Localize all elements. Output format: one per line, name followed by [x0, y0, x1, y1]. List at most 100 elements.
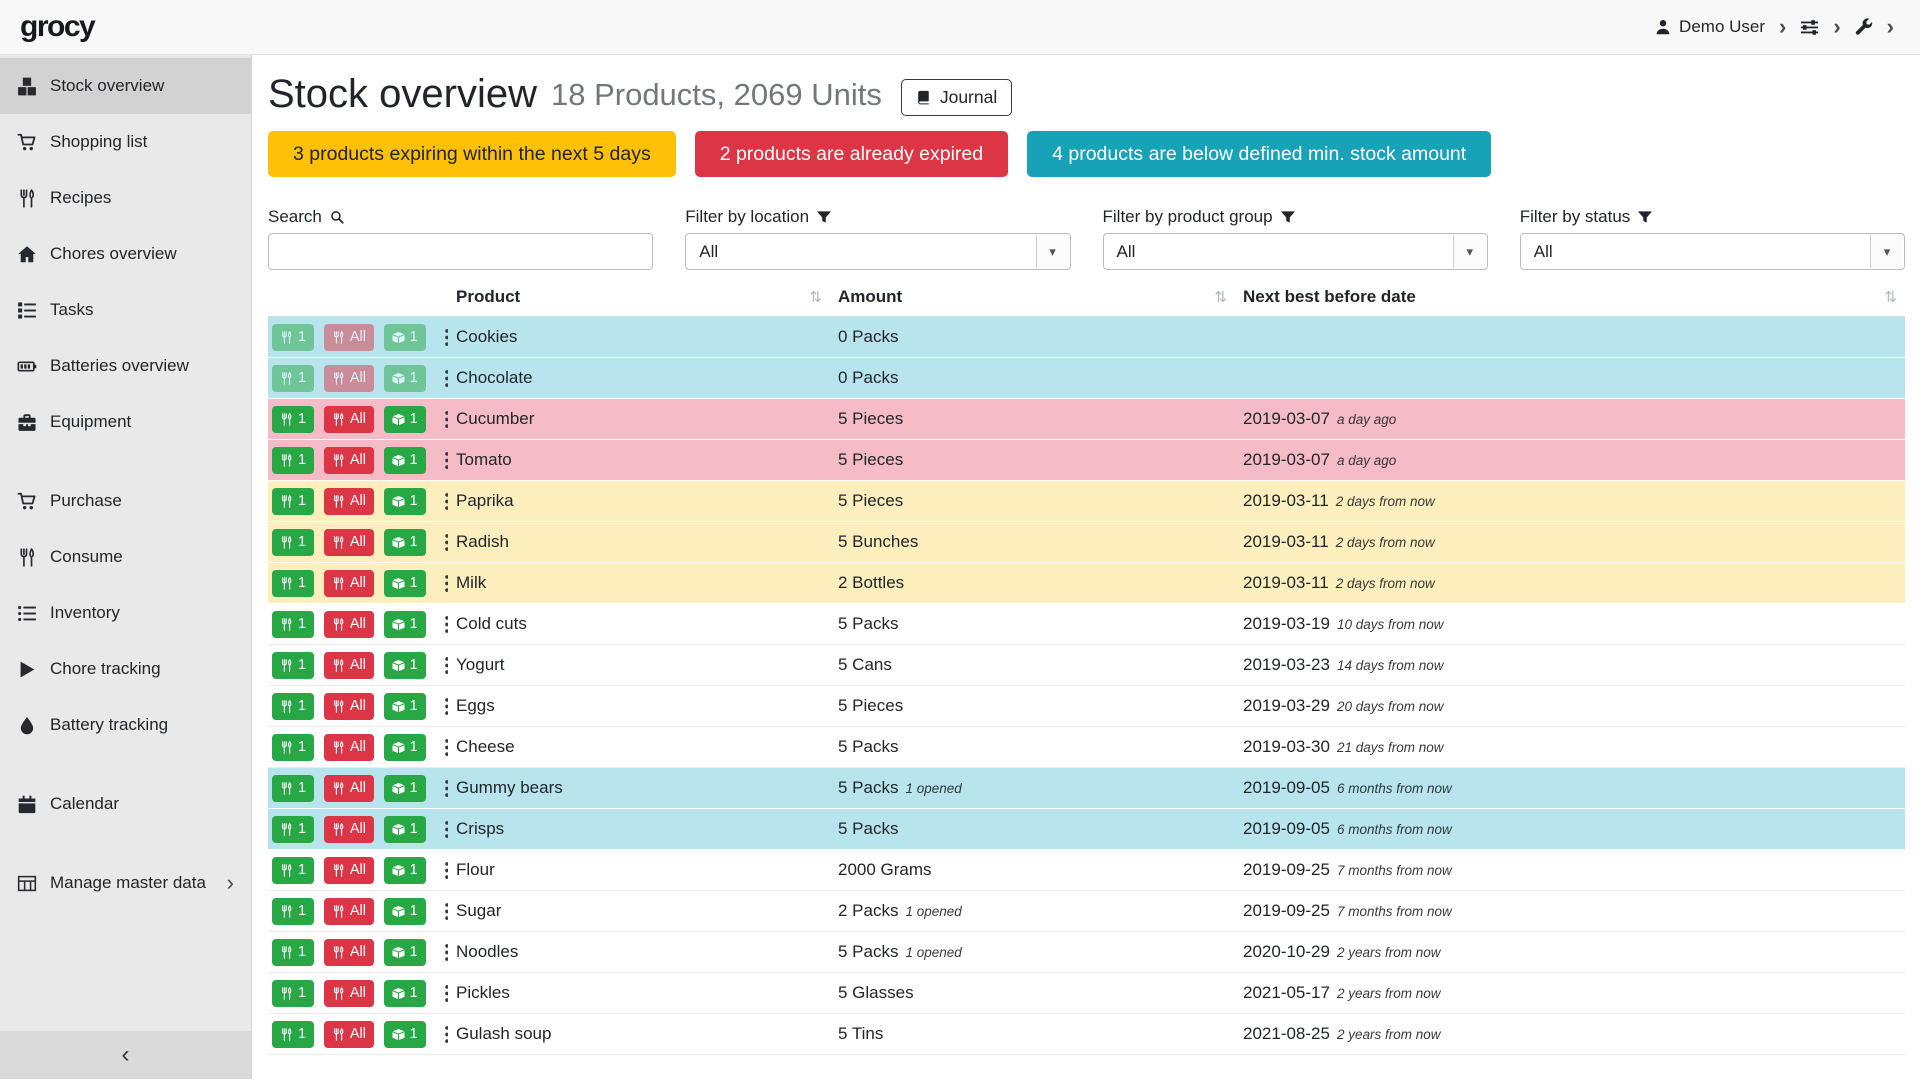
row-menu-button[interactable] [435, 613, 448, 636]
consume-one-button[interactable]: 1 [272, 816, 314, 843]
row-menu-button[interactable] [435, 490, 448, 513]
open-one-button[interactable]: 1 [384, 570, 426, 597]
row-menu-button[interactable] [435, 367, 448, 390]
row-menu-button[interactable] [435, 449, 448, 472]
search-input[interactable] [268, 233, 653, 270]
consume-all-button[interactable]: All [324, 980, 374, 1007]
consume-all-button[interactable]: All [324, 570, 374, 597]
open-one-button[interactable]: 1 [384, 406, 426, 433]
consume-one-button[interactable]: 1 [272, 775, 314, 802]
open-one-button[interactable]: 1 [384, 693, 426, 720]
expiring-alert[interactable]: 3 products expiring within the next 5 da… [268, 131, 676, 177]
sidebar-item-shopping-list[interactable]: Shopping list [0, 114, 251, 170]
open-one-button[interactable]: 1 [384, 324, 426, 351]
consume-one-button[interactable]: 1 [272, 980, 314, 1007]
consume-one-button[interactable]: 1 [272, 1021, 314, 1048]
row-menu-button[interactable] [435, 859, 448, 882]
row-menu-button[interactable] [435, 531, 448, 554]
open-one-button[interactable]: 1 [384, 365, 426, 392]
location-select[interactable]: All ▾ [685, 233, 1070, 270]
consume-one-button[interactable]: 1 [272, 447, 314, 474]
admin-menu-button[interactable] [1855, 18, 1873, 36]
open-one-button[interactable]: 1 [384, 775, 426, 802]
consume-one-button[interactable]: 1 [272, 570, 314, 597]
row-menu-button[interactable] [435, 1023, 448, 1046]
consume-all-button[interactable]: All [324, 693, 374, 720]
below-min-stock-alert[interactable]: 4 products are below defined min. stock … [1027, 131, 1491, 177]
row-menu-button[interactable] [435, 572, 448, 595]
row-menu-button[interactable] [435, 777, 448, 800]
sidebar-item-recipes[interactable]: Recipes [0, 170, 251, 226]
sidebar-item-purchase[interactable]: Purchase [0, 473, 251, 529]
consume-all-button[interactable]: All [324, 324, 374, 351]
consume-all-button[interactable]: All [324, 775, 374, 802]
consume-all-button[interactable]: All [324, 939, 374, 966]
open-one-button[interactable]: 1 [384, 734, 426, 761]
open-one-button[interactable]: 1 [384, 857, 426, 884]
best-before-column-header[interactable]: Next best before date⇅ [1235, 283, 1905, 317]
consume-one-button[interactable]: 1 [272, 857, 314, 884]
sidebar-item-manage-master-data[interactable]: Manage master data › [0, 855, 251, 911]
consume-one-button[interactable]: 1 [272, 324, 314, 351]
journal-button[interactable]: Journal [901, 79, 1012, 116]
sidebar-item-stock-overview[interactable]: Stock overview [0, 58, 251, 114]
consume-all-button[interactable]: All [324, 1021, 374, 1048]
consume-one-button[interactable]: 1 [272, 939, 314, 966]
row-menu-button[interactable] [435, 818, 448, 841]
consume-all-button[interactable]: All [324, 365, 374, 392]
consume-one-button[interactable]: 1 [272, 734, 314, 761]
settings-menu-button[interactable] [1800, 18, 1819, 37]
consume-all-button[interactable]: All [324, 406, 374, 433]
status-select[interactable]: All ▾ [1520, 233, 1905, 270]
open-one-button[interactable]: 1 [384, 816, 426, 843]
consume-all-button[interactable]: All [324, 488, 374, 515]
product-column-header[interactable]: Product⇅ [448, 283, 830, 317]
sidebar-item-inventory[interactable]: Inventory [0, 585, 251, 641]
consume-one-button[interactable]: 1 [272, 488, 314, 515]
consume-all-button[interactable]: All [324, 652, 374, 679]
consume-all-button[interactable]: All [324, 857, 374, 884]
sidebar-item-chores-overview[interactable]: Chores overview [0, 226, 251, 282]
row-menu-button[interactable] [435, 326, 448, 349]
expired-alert[interactable]: 2 products are already expired [695, 131, 1008, 177]
sidebar-item-chore-tracking[interactable]: Chore tracking [0, 641, 251, 697]
consume-one-button[interactable]: 1 [272, 406, 314, 433]
consume-one-button[interactable]: 1 [272, 611, 314, 638]
open-one-button[interactable]: 1 [384, 652, 426, 679]
sidebar-item-consume[interactable]: Consume [0, 529, 251, 585]
consume-one-button[interactable]: 1 [272, 652, 314, 679]
open-one-button[interactable]: 1 [384, 980, 426, 1007]
open-one-button[interactable]: 1 [384, 529, 426, 556]
sidebar-item-tasks[interactable]: Tasks [0, 282, 251, 338]
consume-all-button[interactable]: All [324, 734, 374, 761]
row-menu-button[interactable] [435, 900, 448, 923]
product-group-select[interactable]: All ▾ [1103, 233, 1488, 270]
row-menu-button[interactable] [435, 982, 448, 1005]
row-menu-button[interactable] [435, 408, 448, 431]
open-one-button[interactable]: 1 [384, 488, 426, 515]
sidebar-item-calendar[interactable]: Calendar [0, 776, 251, 832]
row-menu-button[interactable] [435, 736, 448, 759]
consume-all-button[interactable]: All [324, 898, 374, 925]
open-one-button[interactable]: 1 [384, 447, 426, 474]
consume-one-button[interactable]: 1 [272, 693, 314, 720]
open-one-button[interactable]: 1 [384, 939, 426, 966]
open-one-button[interactable]: 1 [384, 611, 426, 638]
sidebar-collapse-button[interactable]: ‹ [0, 1031, 251, 1079]
row-menu-button[interactable] [435, 941, 448, 964]
sidebar-item-battery-tracking[interactable]: Battery tracking [0, 697, 251, 753]
consume-all-button[interactable]: All [324, 816, 374, 843]
sidebar-item-equipment[interactable]: Equipment [0, 394, 251, 450]
amount-column-header[interactable]: Amount⇅ [830, 283, 1235, 317]
grocy-logo[interactable]: grocy [20, 10, 94, 44]
consume-all-button[interactable]: All [324, 447, 374, 474]
user-menu[interactable]: Demo User [1655, 17, 1765, 37]
open-one-button[interactable]: 1 [384, 898, 426, 925]
sidebar-item-batteries-overview[interactable]: Batteries overview [0, 338, 251, 394]
consume-all-button[interactable]: All [324, 529, 374, 556]
consume-all-button[interactable]: All [324, 611, 374, 638]
row-menu-button[interactable] [435, 695, 448, 718]
open-one-button[interactable]: 1 [384, 1021, 426, 1048]
consume-one-button[interactable]: 1 [272, 898, 314, 925]
consume-one-button[interactable]: 1 [272, 365, 314, 392]
